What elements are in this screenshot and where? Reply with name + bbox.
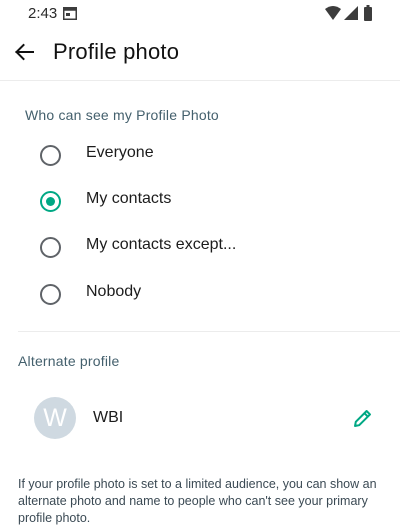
radio-label: My contacts xyxy=(86,190,172,207)
app-bar: Profile photo xyxy=(0,28,400,81)
avatar[interactable]: W xyxy=(34,397,76,439)
signal-icon xyxy=(344,6,358,25)
alternate-profile-description: If your profile photo is set to a limite… xyxy=(18,477,377,525)
radio-option-everyone[interactable]: Everyone xyxy=(16,135,384,175)
status-time: 2:43 xyxy=(28,5,58,22)
privacy-section-label: Who can see my Profile Photo xyxy=(25,107,219,123)
back-arrow-icon xyxy=(14,42,34,67)
radio-button-selected[interactable] xyxy=(40,191,61,212)
page-title: Profile photo xyxy=(53,39,180,64)
back-button[interactable] xyxy=(8,38,40,70)
radio-button[interactable] xyxy=(40,145,61,166)
status-bar: 2:43 xyxy=(0,0,400,28)
wifi-icon xyxy=(325,6,341,25)
avatar-letter: W xyxy=(43,403,67,432)
radio-selected-dot xyxy=(46,197,55,206)
radio-label: Everyone xyxy=(86,144,154,161)
radio-label: Nobody xyxy=(86,283,142,300)
alternate-profile-section-label: Alternate profile xyxy=(18,353,120,369)
edit-button[interactable] xyxy=(352,407,374,429)
section-divider xyxy=(18,331,400,332)
radio-option-nobody[interactable]: Nobody xyxy=(16,274,384,314)
radio-button[interactable] xyxy=(40,284,61,305)
pencil-icon xyxy=(352,410,374,433)
radio-option-my-contacts[interactable]: My contacts xyxy=(16,181,384,221)
calendar-icon xyxy=(63,7,77,25)
alternate-profile-name: WBI xyxy=(93,409,124,426)
radio-option-my-contacts-except[interactable]: My contacts except... xyxy=(16,227,384,267)
battery-icon xyxy=(364,5,372,26)
radio-button[interactable] xyxy=(40,237,61,258)
radio-label: My contacts except... xyxy=(86,236,237,253)
